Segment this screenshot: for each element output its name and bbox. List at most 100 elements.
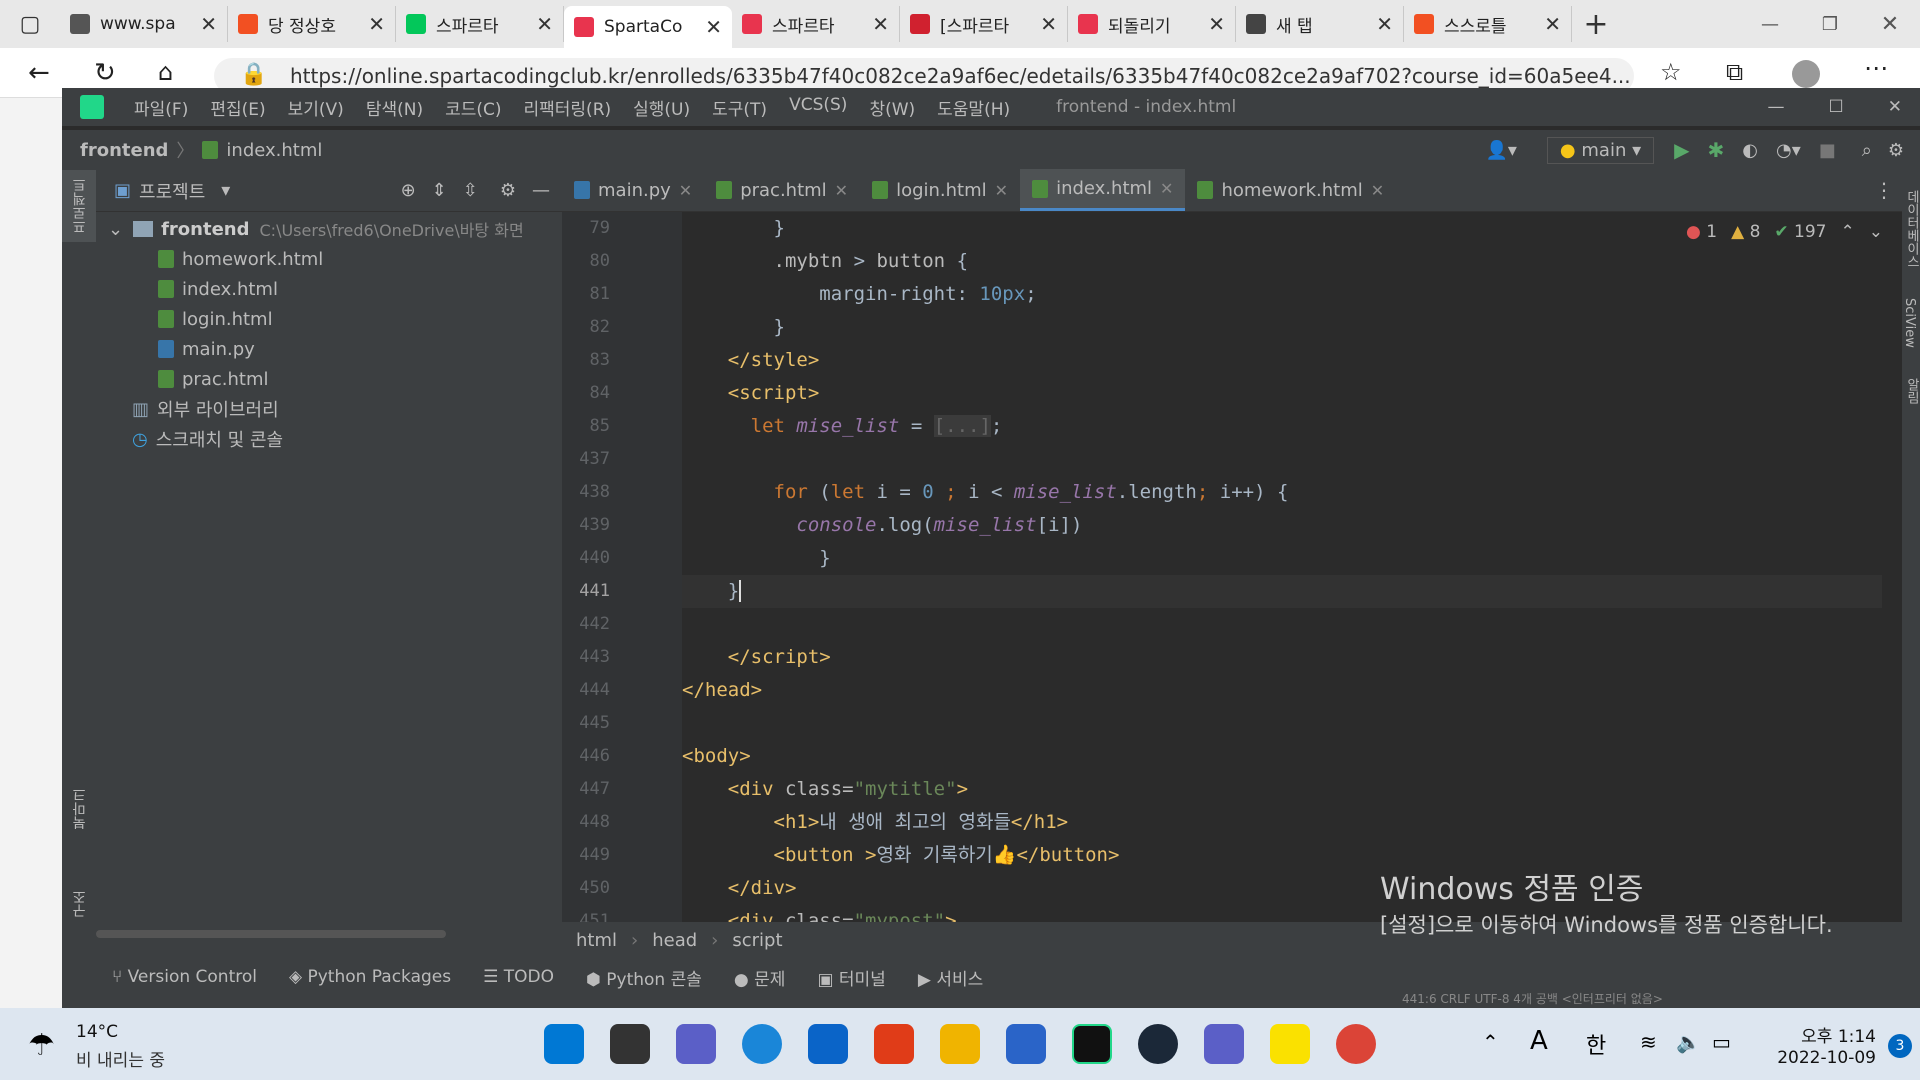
notifications-tool-button[interactable]: 알림 [1902,348,1920,404]
dropdown-icon[interactable]: ▾ [221,180,230,201]
ime-mode[interactable]: 한 [1586,1028,1606,1060]
editor-tab[interactable]: login.html ✕ [860,169,1020,211]
tool-window-button[interactable]: ⑂ Version Control [112,967,257,987]
menu-item[interactable]: 도구(T) [712,95,767,120]
editor-tab[interactable]: main.py ✕ [562,169,704,211]
volume-icon[interactable]: 🔈 [1676,1030,1701,1054]
office-icon[interactable] [874,1024,914,1064]
tree-file-item[interactable]: login.html [96,304,562,334]
menu-item[interactable]: 리팩터링(R) [524,95,612,120]
close-tab-icon[interactable]: ✕ [1208,12,1225,36]
collections-icon[interactable]: ⧉ [1726,58,1743,86]
close-tab-icon[interactable]: ✕ [536,12,553,36]
clock-time[interactable]: 오후 1:14 [1780,1022,1876,1047]
more-icon[interactable]: ⋯ [1864,54,1888,82]
close-tab-icon[interactable]: ✕ [679,181,692,200]
bookmarks-tool-button[interactable]: 북마크 [62,780,98,838]
close-window-button[interactable]: ✕ [1860,12,1920,37]
code-editor[interactable]: } .mybtn > button { margin-right: 10px; … [682,212,1882,922]
edge-icon[interactable] [742,1024,782,1064]
menu-item[interactable]: 코드(C) [445,95,501,120]
wifi-icon[interactable]: ≋ [1640,1030,1657,1054]
inspection-widget[interactable]: ● 1 ▲ 8 ✔ 197 ⌃ ⌄ [1686,222,1883,242]
editor-tab[interactable]: prac.html ✕ [704,169,860,211]
browser-tab[interactable]: 새 탭 ✕ [1236,6,1404,42]
task-view-icon[interactable] [610,1024,650,1064]
ide-close-button[interactable]: ✕ [1888,97,1902,117]
prev-highlight-icon[interactable]: ⌃ [1841,222,1855,242]
debug-icon[interactable]: ✱ [1708,138,1725,162]
browser-tab[interactable]: 되돌리기 ✕ [1068,6,1236,42]
coverage-icon[interactable]: ◐ [1742,140,1758,161]
editor-tab[interactable]: homework.html ✕ [1185,169,1396,211]
tray-overflow-icon[interactable]: ⌃ [1482,1030,1499,1054]
chat-icon[interactable] [676,1024,716,1064]
tree-root[interactable]: ⌄ frontend C:\Users\fred6\OneDrive\바탕 화면 [96,214,562,244]
tab-options-icon[interactable]: ⋮ [1874,178,1894,202]
browser-tab[interactable]: SpartaCo ✕ [564,6,732,48]
weather-icon[interactable]: ☂ [28,1028,55,1063]
settings-icon[interactable]: ⚙ [1888,140,1904,161]
gear-icon[interactable]: ⚙ [500,180,516,201]
menu-item[interactable]: 창(W) [869,95,915,120]
tool-window-button[interactable]: ◈ Python Packages [289,967,451,987]
tool-window-button[interactable]: ▶ 서비스 [918,965,983,990]
kakaotalk-icon[interactable] [1270,1024,1310,1064]
ide-minimize-button[interactable]: — [1768,97,1785,117]
notification-badge[interactable]: 3 [1888,1034,1912,1058]
menu-item[interactable]: 탐색(N) [366,95,423,120]
close-tab-icon[interactable]: ✕ [1544,12,1561,36]
browser-tab[interactable]: www.spa ✕ [60,6,228,42]
search-icon[interactable]: ⌕ [1862,140,1872,161]
new-tab-button[interactable]: + [1572,7,1620,42]
close-tab-icon[interactable]: ✕ [705,15,722,39]
close-tab-icon[interactable]: ✕ [872,12,889,36]
store-icon[interactable] [1006,1024,1046,1064]
close-tab-icon[interactable]: ✕ [1160,179,1173,198]
scratches-consoles[interactable]: ◷ 스크래치 및 콘솔 [96,424,562,454]
database-tool-button[interactable]: 데이터베이스 [1902,170,1920,268]
locate-icon[interactable]: ⊕ [401,180,416,201]
editor-tab[interactable]: index.html ✕ [1020,169,1186,211]
chevron-down-icon[interactable]: ⌄ [108,219,123,240]
menu-item[interactable]: 편집(E) [210,95,265,120]
run-icon[interactable]: ▶ [1674,138,1689,162]
weather-desc[interactable]: 비 내리는 중 [76,1046,165,1071]
external-libraries[interactable]: ▥ 외부 라이브러리 [96,394,562,424]
browser-tab[interactable]: 스스로틀 ✕ [1404,6,1572,42]
tree-file-item[interactable]: homework.html [96,244,562,274]
file-explorer-icon[interactable] [940,1024,980,1064]
browser-tab[interactable]: 스파르타 ✕ [732,6,900,42]
breadcrumb-item[interactable]: head [652,930,697,951]
refresh-icon[interactable]: ↻ [94,58,116,88]
stop-icon[interactable]: ■ [1819,140,1836,161]
collapse-all-icon[interactable]: ⇳ [463,180,478,201]
menu-item[interactable]: VCS(S) [789,95,847,120]
weather-temp[interactable]: 14°C [76,1022,118,1042]
tree-file-item[interactable]: index.html [96,274,562,304]
favorites-icon[interactable]: ☆ [1660,58,1682,86]
hide-panel-icon[interactable]: — [532,180,550,201]
ime-lang[interactable]: A [1530,1026,1548,1056]
nav-project[interactable]: frontend [80,140,168,161]
project-tool-button[interactable]: 프로젝트 [62,170,98,242]
close-tab-icon[interactable]: ✕ [835,181,848,200]
breadcrumb-item[interactable]: script [732,930,782,951]
tree-file-item[interactable]: main.py [96,334,562,364]
next-highlight-icon[interactable]: ⌄ [1869,222,1883,242]
minimize-button[interactable]: — [1740,14,1800,35]
structure-tool-button[interactable]: 구조 [62,882,98,926]
start-icon[interactable] [544,1024,584,1064]
project-panel-title[interactable]: 프로젝트 [139,178,205,204]
sciview-tool-button[interactable]: SciView [1902,268,1917,348]
nav-file[interactable]: index.html [226,140,322,161]
ide-maximize-button[interactable]: ☐ [1829,97,1844,117]
pycharm-icon[interactable] [1072,1024,1112,1064]
teams-icon[interactable] [1204,1024,1244,1064]
browser-tab[interactable]: [스파르타 ✕ [900,6,1068,42]
close-tab-icon[interactable]: ✕ [995,181,1008,200]
close-tab-icon[interactable]: ✕ [1371,181,1384,200]
tool-window-button[interactable]: ☰ TODO [483,967,554,987]
browser-tab[interactable]: 스파르타 ✕ [396,6,564,42]
lock-icon[interactable]: 🔒 [240,62,267,87]
